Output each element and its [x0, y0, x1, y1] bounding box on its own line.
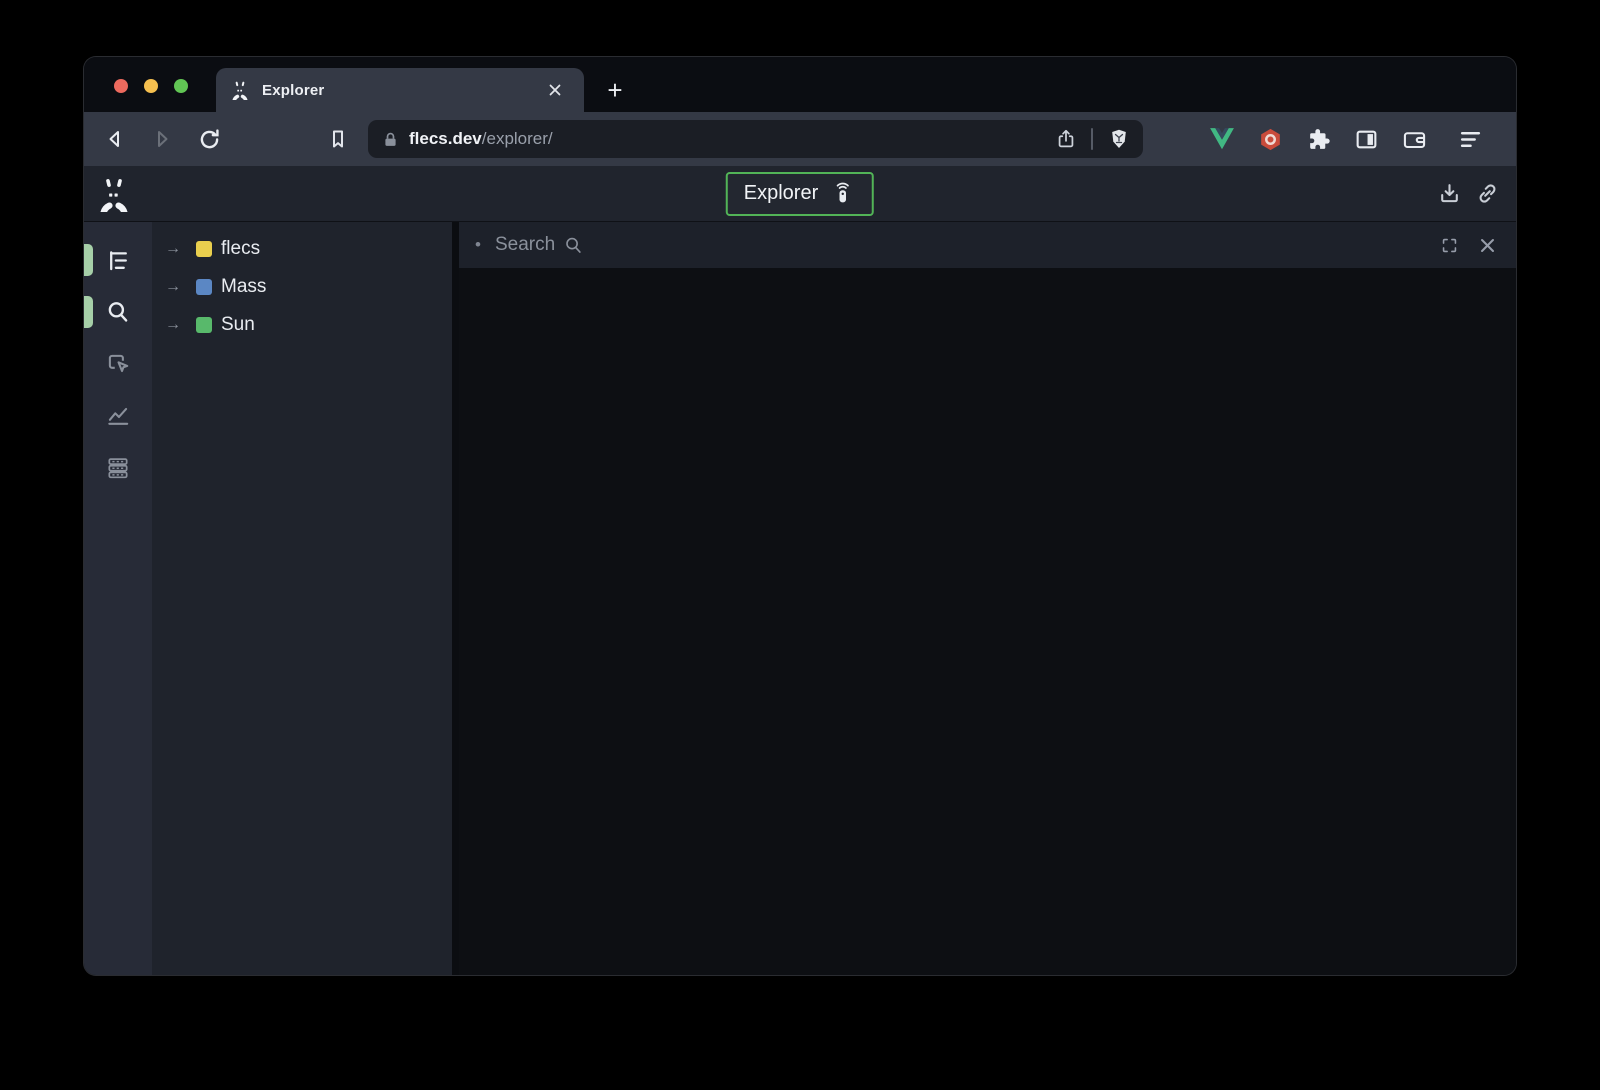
activity-tree-button[interactable] [84, 234, 152, 286]
entity-tree-panel: → flecs → Mass → Sun [152, 222, 452, 975]
activity-bar [84, 222, 152, 975]
browser-toolbar: flecs.dev/explorer/ [84, 112, 1516, 166]
titlebar: Explorer + [84, 57, 1516, 112]
explorer-button[interactable]: Explorer [726, 172, 874, 216]
activity-inspector-button[interactable] [84, 338, 152, 390]
url-path: /explorer/ [482, 129, 553, 148]
extensions-row [1209, 126, 1483, 152]
flecs-favicon-icon [230, 80, 250, 100]
close-window-button[interactable] [114, 79, 128, 93]
url-domain: flecs.dev [409, 129, 482, 148]
tab-title: Explorer [262, 82, 532, 99]
reload-icon[interactable] [194, 124, 224, 154]
stats-chart-icon [105, 403, 131, 429]
zoom-window-button[interactable] [174, 79, 188, 93]
forward-icon[interactable] [147, 124, 177, 154]
share-icon[interactable] [1055, 128, 1077, 150]
activity-tables-button[interactable] [84, 442, 152, 494]
browser-window: Explorer + flecs.de [84, 57, 1516, 975]
window-controls [114, 79, 188, 93]
active-indicator [84, 244, 93, 276]
browser-tab[interactable]: Explorer [216, 68, 584, 112]
search-results-area [459, 268, 1516, 975]
active-indicator [84, 296, 93, 328]
back-icon[interactable] [100, 124, 130, 154]
search-icon [105, 299, 131, 325]
panel-divider [452, 222, 459, 975]
app-header: Explorer [84, 166, 1516, 222]
minimize-window-button[interactable] [144, 79, 158, 93]
wallet-icon[interactable] [1401, 126, 1427, 152]
tree-item-sun[interactable]: → Sun [152, 306, 452, 344]
activity-search-button[interactable] [84, 286, 152, 338]
expand-arrow-icon[interactable]: → [165, 316, 187, 334]
tree-item-label: Sun [221, 314, 255, 336]
tables-icon [105, 455, 131, 481]
tree-item-label: Mass [221, 276, 266, 298]
explorer-button-label: Explorer [744, 182, 818, 205]
brave-shield-icon[interactable] [1107, 127, 1131, 151]
close-panel-icon[interactable] [1476, 234, 1498, 256]
expand-arrow-icon[interactable]: → [165, 240, 187, 258]
new-tab-button[interactable]: + [600, 75, 630, 105]
menu-icon[interactable] [1457, 126, 1483, 152]
close-tab-icon[interactable] [544, 79, 566, 101]
share-link-icon[interactable] [1474, 181, 1500, 207]
tree-item-flecs[interactable]: → flecs [152, 230, 452, 268]
expand-arrow-icon[interactable]: → [165, 278, 187, 296]
extensions-puzzle-icon[interactable] [1305, 126, 1331, 152]
entity-color-swatch [196, 279, 212, 295]
tree-item-mass[interactable]: → Mass [152, 268, 452, 306]
search-panel-header: • Search [459, 222, 1516, 268]
address-bar[interactable]: flecs.dev/explorer/ [368, 120, 1143, 158]
search-panel: • Search [459, 222, 1516, 975]
main-area: → flecs → Mass → Sun • Search [84, 222, 1516, 975]
search-input[interactable]: Search [495, 234, 555, 256]
toolbar-separator [1091, 128, 1093, 150]
flecs-extension-icon[interactable] [1257, 126, 1283, 152]
panel-bullet-icon: • [469, 235, 487, 255]
sidebar-toggle-icon[interactable] [1353, 126, 1379, 152]
bookmark-icon[interactable] [326, 127, 350, 151]
fullscreen-icon[interactable] [1438, 234, 1460, 256]
vue-extension-icon[interactable] [1209, 126, 1235, 152]
entity-color-swatch [196, 241, 212, 257]
inspector-icon [105, 351, 131, 377]
flecs-logo-icon[interactable] [96, 176, 132, 212]
remote-icon [830, 181, 856, 207]
tree-view-icon [106, 248, 131, 273]
tree-item-label: flecs [221, 238, 260, 260]
lock-icon [382, 131, 399, 148]
download-icon[interactable] [1436, 181, 1462, 207]
entity-color-swatch [196, 317, 212, 333]
activity-stats-button[interactable] [84, 390, 152, 442]
search-magnifier-icon [563, 235, 584, 256]
